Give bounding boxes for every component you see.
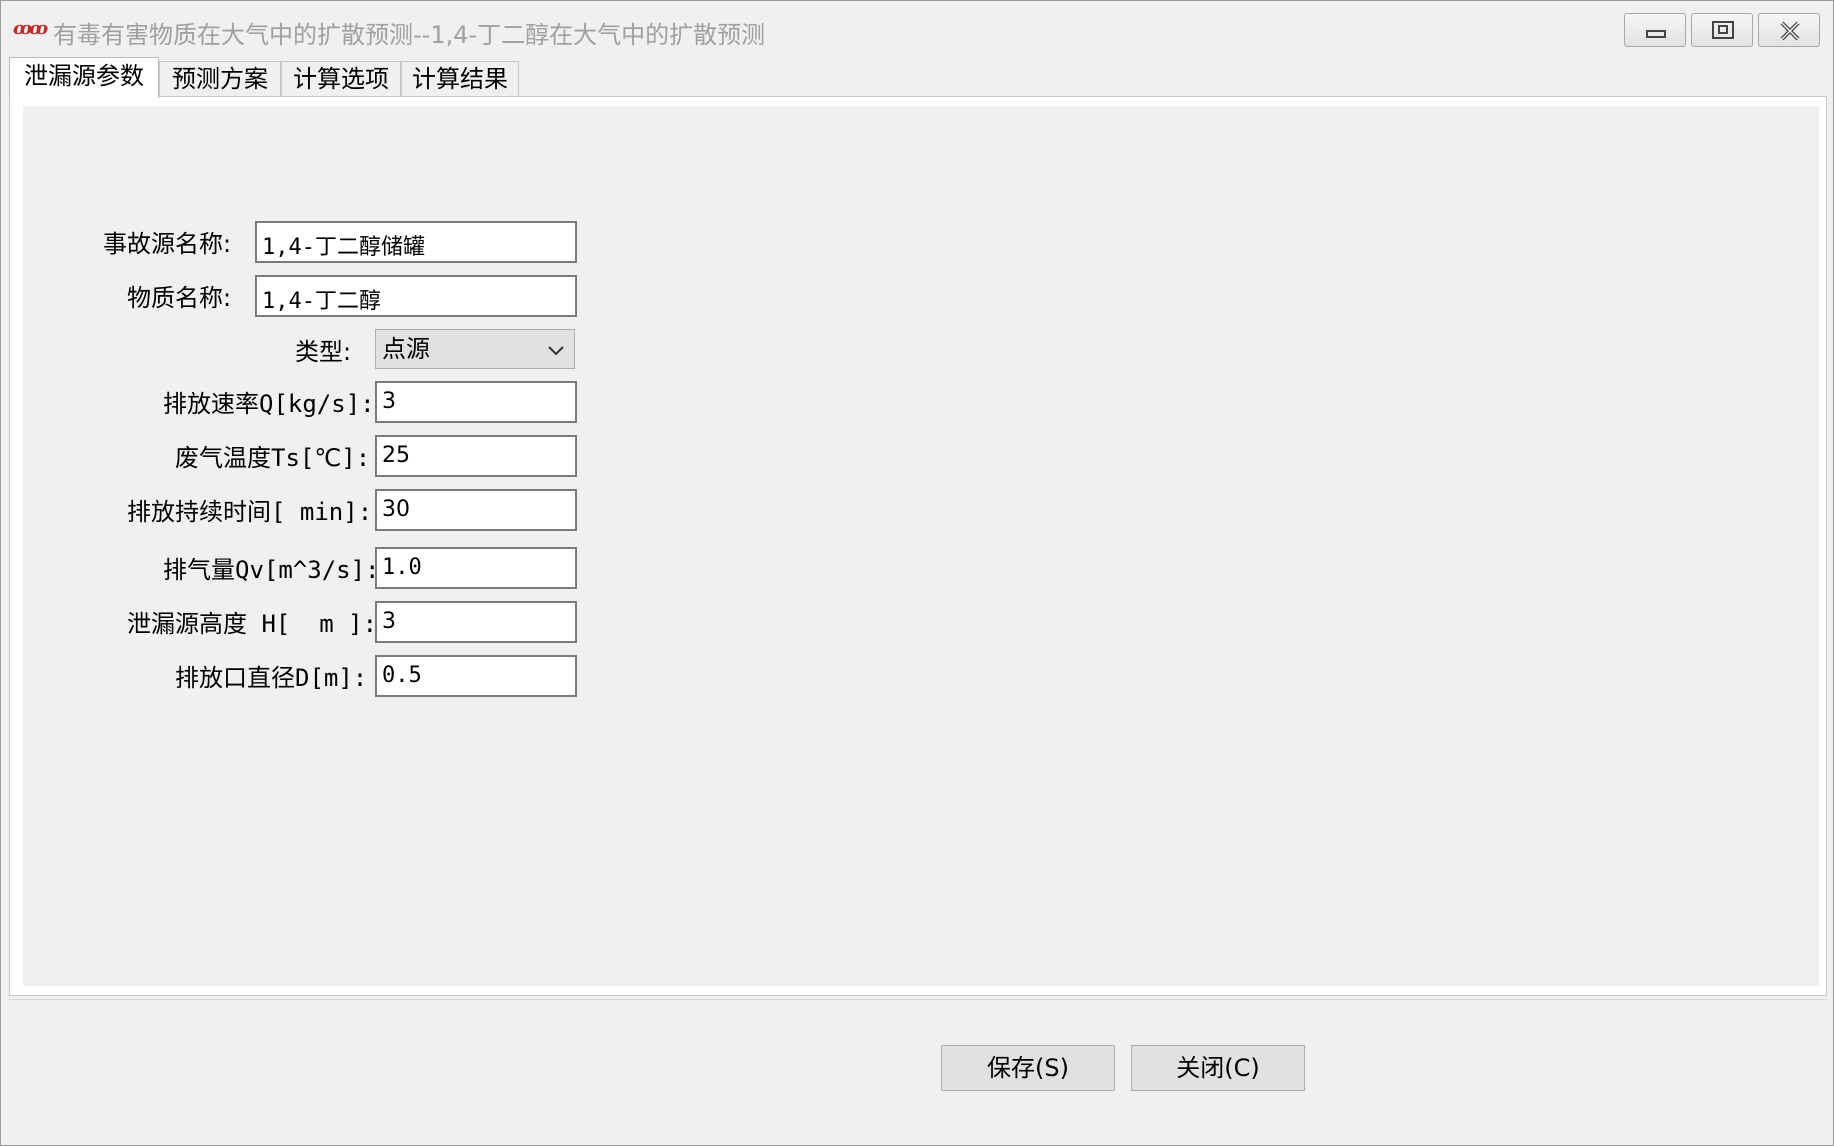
minimize-button[interactable] [1624, 13, 1686, 47]
form-area: 事故源名称: 1,4-丁二醇储罐 物质名称: 1,4-丁二醇 类型: 排放速率Q… [23, 106, 1819, 986]
save-button[interactable]: 保存(S) [941, 1045, 1115, 1091]
title-bar: ꝏꝏ 有毒有害物质在大气中的扩散预测--1,4-丁二醇在大气中的扩散预测 [1, 1, 1833, 57]
emission-rate-field[interactable]: 3 [375, 381, 577, 423]
type-select-value: 点源 [382, 335, 430, 363]
main-window: ꝏꝏ 有毒有害物质在大气中的扩散预测--1,4-丁二醇在大气中的扩散预测 泄漏源… [0, 0, 1834, 1146]
type-select[interactable]: 点源 [375, 329, 575, 369]
minimize-icon [1646, 30, 1666, 38]
tab-bar: 泄漏源参数 预测方案 计算选项 计算结果 [9, 57, 1827, 98]
close-icon [1780, 21, 1800, 41]
restore-icon [1712, 21, 1734, 39]
outlet-diameter-label: 排放口直径D[m]: [175, 664, 368, 692]
window-title: 有毒有害物质在大气中的扩散预测--1,4-丁二醇在大气中的扩散预测 [53, 21, 766, 49]
chevron-down-icon [548, 346, 564, 356]
gas-volume-field[interactable]: 1.0 [375, 547, 577, 589]
close-dialog-button[interactable]: 关闭(C) [1131, 1045, 1305, 1091]
footer-divider [9, 999, 1827, 1000]
tab-prediction-scheme[interactable]: 预测方案 [159, 61, 281, 97]
tab-leak-source-params[interactable]: 泄漏源参数 [9, 57, 159, 98]
source-name-label: 事故源名称: [103, 230, 232, 258]
gas-volume-label: 排气量Qv[m^3/s]: [163, 556, 380, 584]
type-label: 类型: [295, 338, 352, 366]
restore-button[interactable] [1691, 13, 1753, 47]
close-button[interactable] [1758, 13, 1820, 47]
tab-calc-results[interactable]: 计算结果 [401, 61, 519, 97]
gas-temp-label: 废气温度Ts[℃]: [175, 444, 371, 472]
tab-calc-options[interactable]: 计算选项 [281, 61, 401, 97]
duration-label: 排放持续时间[ min]: [127, 498, 373, 526]
duration-field[interactable]: 30 [375, 489, 577, 531]
gas-temp-field[interactable]: 25 [375, 435, 577, 477]
source-height-field[interactable]: 3 [375, 601, 577, 643]
source-name-field[interactable]: 1,4-丁二醇储罐 [255, 221, 577, 263]
substance-name-label: 物质名称: [127, 284, 232, 312]
source-height-label: 泄漏源高度 H[ m ]: [127, 610, 378, 638]
emission-rate-label: 排放速率Q[kg/s]: [163, 390, 375, 418]
substance-name-field[interactable]: 1,4-丁二醇 [255, 275, 577, 317]
outlet-diameter-field[interactable]: 0.5 [375, 655, 577, 697]
app-logo-icon: ꝏꝏ [13, 18, 48, 39]
